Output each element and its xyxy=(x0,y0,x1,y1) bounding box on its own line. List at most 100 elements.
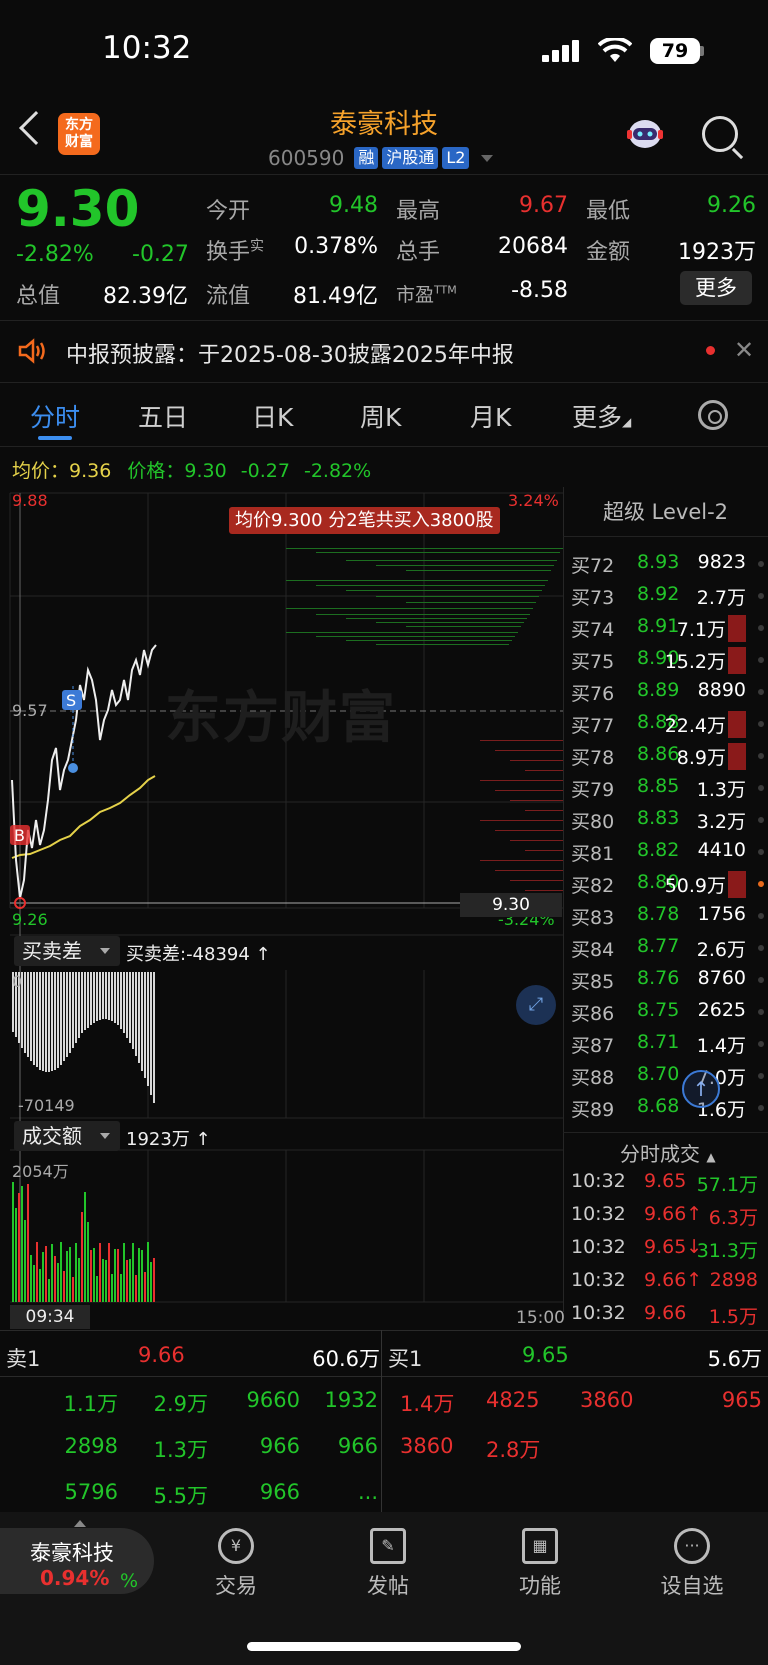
level2-label: 买83 xyxy=(571,907,615,929)
level2-row[interactable]: 买78 8.86 8.9万 xyxy=(571,739,768,771)
pe-sup: TTM xyxy=(434,283,457,297)
level2-row[interactable]: 买72 8.93 9823 xyxy=(571,547,768,579)
price-label: 价格： xyxy=(127,460,185,482)
nav-functions[interactable]: ▦ 功能 xyxy=(490,1528,590,1600)
tick-row[interactable]: 10:32 9.66 1.5万 xyxy=(571,1298,768,1331)
level2-price: 8.71 xyxy=(637,1031,680,1053)
price-change-pct: -2.82% xyxy=(303,460,372,482)
level2-row[interactable]: 买76 8.89 8890 xyxy=(571,675,768,707)
level2-price: 8.82 xyxy=(637,839,680,861)
level2-volume: 8890 xyxy=(697,679,746,701)
nav-watchlist[interactable]: ··· 设自选 xyxy=(642,1528,742,1600)
open-value: 9.48 xyxy=(329,193,378,218)
nav-watchlist-label: 设自选 xyxy=(660,1574,724,1598)
tab-more[interactable]: 更多◢ xyxy=(572,398,631,434)
level2-row[interactable]: 买77 8.88 22.4万 xyxy=(571,707,768,739)
depth-bar-bid xyxy=(346,590,542,591)
depth-bar-ask xyxy=(495,750,563,751)
notice-text[interactable]: 中报预披露：于2025-08-30披露2025年中报 xyxy=(66,337,514,369)
diff-bar xyxy=(114,972,116,1023)
tick-row[interactable]: 10:32 9.66↑ 2898 xyxy=(571,1265,768,1298)
tick-volume: 57.1万 xyxy=(696,1174,758,1196)
nav-functions-label: 功能 xyxy=(519,1574,561,1598)
diff-bar xyxy=(51,972,53,1071)
level2-row[interactable]: 买74 8.91 7.1万 xyxy=(571,611,768,643)
level2-row[interactable]: 买86 8.75 2625 xyxy=(571,995,768,1027)
depth-bar-bid xyxy=(316,614,530,615)
nav-post[interactable]: ✎ 发帖 xyxy=(338,1528,438,1600)
level2-row[interactable]: 买85 8.76 8760 xyxy=(571,963,768,995)
avg-label: 均价： xyxy=(12,460,70,482)
volume-label: 总手 xyxy=(396,240,441,265)
level2-row[interactable]: 买83 8.78 1756 xyxy=(571,899,768,931)
tick-row[interactable]: 10:32 9.65↓ 31.3万 xyxy=(571,1232,768,1265)
level2-row[interactable]: 买80 8.83 3.2万 xyxy=(571,803,768,835)
diff-bar xyxy=(48,972,50,1072)
float-value-label: 流值 xyxy=(206,284,251,309)
level2-volume: 2625 xyxy=(697,999,746,1021)
amount-bar xyxy=(147,1242,149,1302)
tick-row[interactable]: 10:32 9.65 57.1万 xyxy=(571,1166,768,1199)
depth-bar-bid xyxy=(346,560,557,561)
tick-price: 9.65↓ xyxy=(644,1236,703,1258)
level2-row[interactable]: 买89 8.68 1.6万 xyxy=(571,1091,768,1123)
level2-row[interactable]: 买84 8.77 2.6万 xyxy=(571,931,768,963)
home-indicator[interactable] xyxy=(247,1642,521,1651)
avg-value: 9.36 xyxy=(69,460,112,482)
level2-dot xyxy=(758,593,764,599)
ticks-title[interactable]: 分时成交 ▲ xyxy=(620,1138,716,1167)
amount-value: 1923万 xyxy=(678,240,756,265)
diff-bar xyxy=(81,972,83,1033)
depth-bar-bid xyxy=(286,548,563,549)
level2-row[interactable]: 买88 8.70 7.0万 xyxy=(571,1059,768,1091)
buy1-price: 9.65 xyxy=(522,1343,569,1367)
sub1-selector[interactable]: 买卖差 xyxy=(14,936,120,966)
level2-row[interactable]: 买73 8.92 2.7万 xyxy=(571,579,768,611)
depth-bar-ask xyxy=(510,880,563,881)
nav-trade[interactable]: ¥ 交易 xyxy=(186,1528,286,1600)
tab-daily-k[interactable]: 日K xyxy=(252,398,293,434)
turnover-label-text: 换手 xyxy=(206,240,251,265)
amount-bar xyxy=(42,1252,44,1302)
level2-dot xyxy=(758,1073,764,1079)
tick-row[interactable]: 10:32 9.66↑ 6.3万 xyxy=(571,1199,768,1232)
tab-weekly-k[interactable]: 周K xyxy=(360,398,401,434)
open-label: 今开 xyxy=(206,199,251,224)
sell-order-cell: 1932 xyxy=(324,1388,378,1412)
level2-row[interactable]: 买81 8.82 4410 xyxy=(571,835,768,867)
pe-label-text: 市盈 xyxy=(396,284,435,306)
level2-label: 买89 xyxy=(571,1099,615,1121)
sub2-selector[interactable]: 成交额 xyxy=(14,1121,120,1151)
diff-bar xyxy=(99,972,101,1020)
close-icon[interactable]: ✕ xyxy=(734,336,754,364)
diff-bar xyxy=(33,972,35,1065)
amount-bar xyxy=(105,1260,107,1302)
diff-bar xyxy=(123,972,125,1033)
diff-bar xyxy=(66,972,68,1057)
settings-icon[interactable] xyxy=(698,400,728,430)
depth-bar-bid xyxy=(316,585,545,586)
expand-icon[interactable]: ⤢ xyxy=(516,985,556,1025)
stock-code-row[interactable]: 600590 融 沪股通 L2 xyxy=(268,145,494,171)
search-icon[interactable] xyxy=(702,116,738,152)
amount-bar xyxy=(132,1243,134,1302)
more-button[interactable]: 更多 xyxy=(680,271,752,305)
level2-row[interactable]: 买79 8.85 1.3万 xyxy=(571,771,768,803)
level2-label: 买79 xyxy=(571,779,615,801)
level2-label: 买80 xyxy=(571,811,615,833)
level2-row[interactable]: 买82 8.80 50.9万 xyxy=(571,867,768,899)
level2-dot xyxy=(758,1105,764,1111)
buy1-label: 买1 xyxy=(388,1347,423,1371)
robot-assistant-icon[interactable] xyxy=(625,116,665,154)
diff-bar xyxy=(63,972,65,1061)
level2-row[interactable]: 买75 8.90 15.2万 xyxy=(571,643,768,675)
level2-row[interactable]: 买87 8.71 1.4万 xyxy=(571,1027,768,1059)
tab-five-day[interactable]: 五日 xyxy=(138,398,188,434)
tab-intraday[interactable]: 分时 xyxy=(30,398,80,434)
level2-dot xyxy=(758,753,764,759)
total-value-label: 总值 xyxy=(16,284,61,309)
level2-volume: 2.6万 xyxy=(696,939,746,961)
stock-code: 600590 xyxy=(268,146,345,170)
tab-monthly-k[interactable]: 月K xyxy=(470,398,511,434)
scroll-top-button[interactable]: ↑ xyxy=(682,1070,720,1108)
